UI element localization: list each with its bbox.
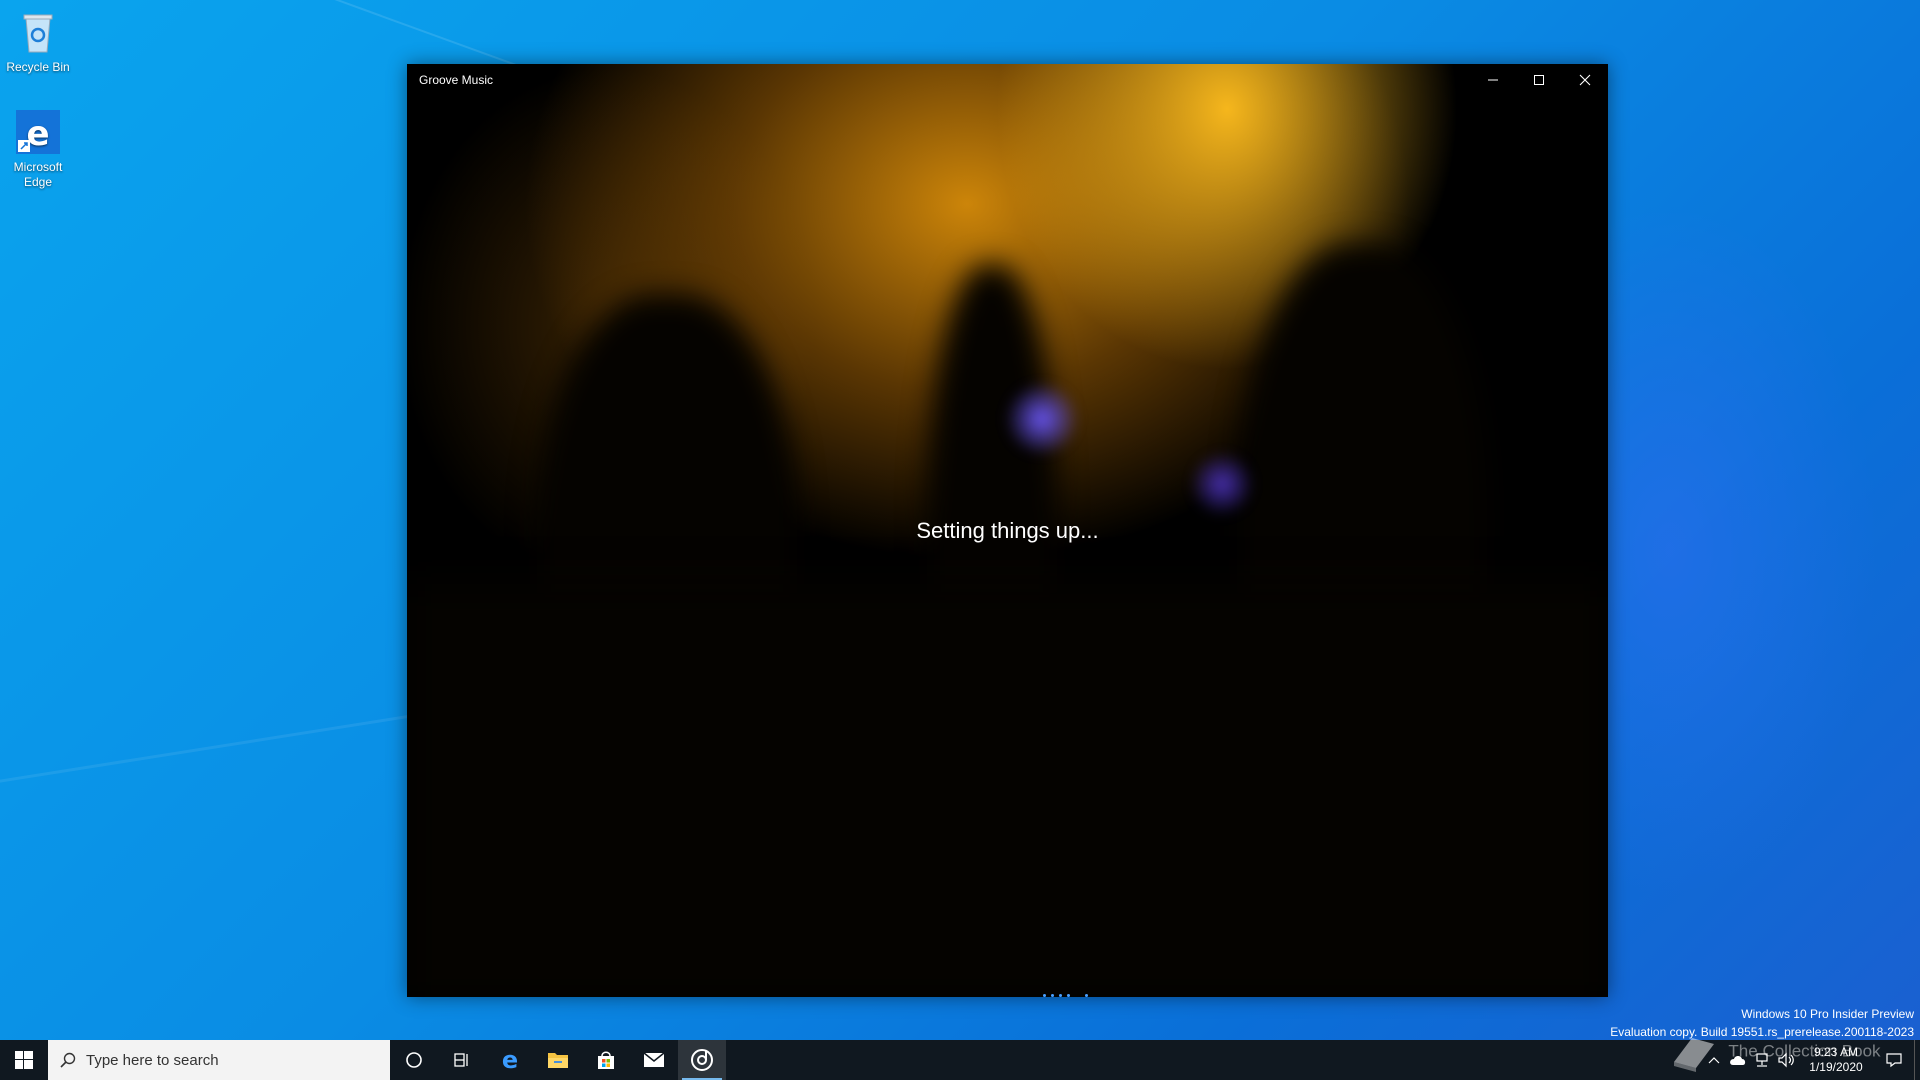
overlay-text: The Collection Book — [1728, 1041, 1881, 1061]
store-icon — [598, 1051, 614, 1069]
task-view-button[interactable] — [438, 1040, 486, 1080]
mail-icon — [643, 1052, 665, 1067]
recycle-bin-icon — [14, 8, 62, 56]
desktop-icon-label: Recycle Bin — [6, 60, 70, 74]
background-light-orb — [1002, 384, 1082, 454]
progress-dot — [1067, 994, 1070, 997]
task-view-icon — [454, 1053, 468, 1067]
close-button[interactable] — [1562, 64, 1608, 96]
loading-progress-dots — [1043, 994, 1103, 997]
taskbar-groove-music-button[interactable] — [678, 1040, 726, 1080]
edge-icon: e — [502, 1048, 518, 1072]
edge-icon: e — [14, 108, 62, 156]
progress-dot — [1043, 994, 1046, 997]
close-icon — [1579, 74, 1591, 86]
show-desktop-button[interactable] — [1914, 1040, 1920, 1080]
minimize-icon — [1488, 79, 1498, 81]
taskbar-mail-button[interactable] — [630, 1040, 678, 1080]
cortana-button[interactable] — [390, 1040, 438, 1080]
taskbar-search-box[interactable]: Type here to search — [48, 1040, 390, 1080]
maximize-button[interactable] — [1516, 64, 1562, 96]
groove-music-window: Groove Music Setting things up... — [407, 64, 1608, 997]
background-shadow — [407, 584, 1608, 997]
window-title-bar[interactable]: Groove Music — [407, 64, 1608, 96]
book-logo-icon — [1674, 1038, 1714, 1072]
window-title: Groove Music — [419, 73, 494, 87]
progress-dot — [1059, 994, 1062, 997]
groove-music-icon — [691, 1049, 713, 1071]
svg-text:e: e — [502, 1048, 518, 1072]
cortana-icon — [406, 1052, 422, 1068]
search-icon — [60, 1052, 76, 1068]
notification-icon — [1886, 1053, 1902, 1068]
taskbar-file-explorer-button[interactable] — [534, 1040, 582, 1080]
taskbar-edge-button[interactable]: e — [486, 1040, 534, 1080]
maximize-icon — [1534, 75, 1544, 85]
minimize-button[interactable] — [1470, 64, 1516, 96]
watermark-edition: Windows 10 Pro Insider Preview — [1741, 1007, 1914, 1021]
desktop-icon-microsoft-edge[interactable]: e Microsoft Edge — [0, 108, 78, 190]
taskbar: Type here to search e 9:23 AM 1/19/2020 — [0, 1040, 1920, 1080]
desktop-icon-recycle-bin[interactable]: Recycle Bin — [0, 8, 78, 75]
progress-dot — [1051, 994, 1054, 997]
desktop-icon-label: Microsoft Edge — [13, 160, 63, 189]
search-placeholder: Type here to search — [86, 1051, 219, 1069]
setup-status-text: Setting things up... — [916, 518, 1099, 543]
background-light-orb — [1192, 449, 1252, 519]
collection-book-overlay: The Collection Book — [1670, 1032, 1881, 1072]
start-button[interactable] — [0, 1040, 48, 1080]
file-explorer-icon — [548, 1053, 568, 1068]
windows-logo-icon — [15, 1051, 33, 1069]
progress-dot — [1085, 994, 1088, 997]
taskbar-store-button[interactable] — [582, 1040, 630, 1080]
